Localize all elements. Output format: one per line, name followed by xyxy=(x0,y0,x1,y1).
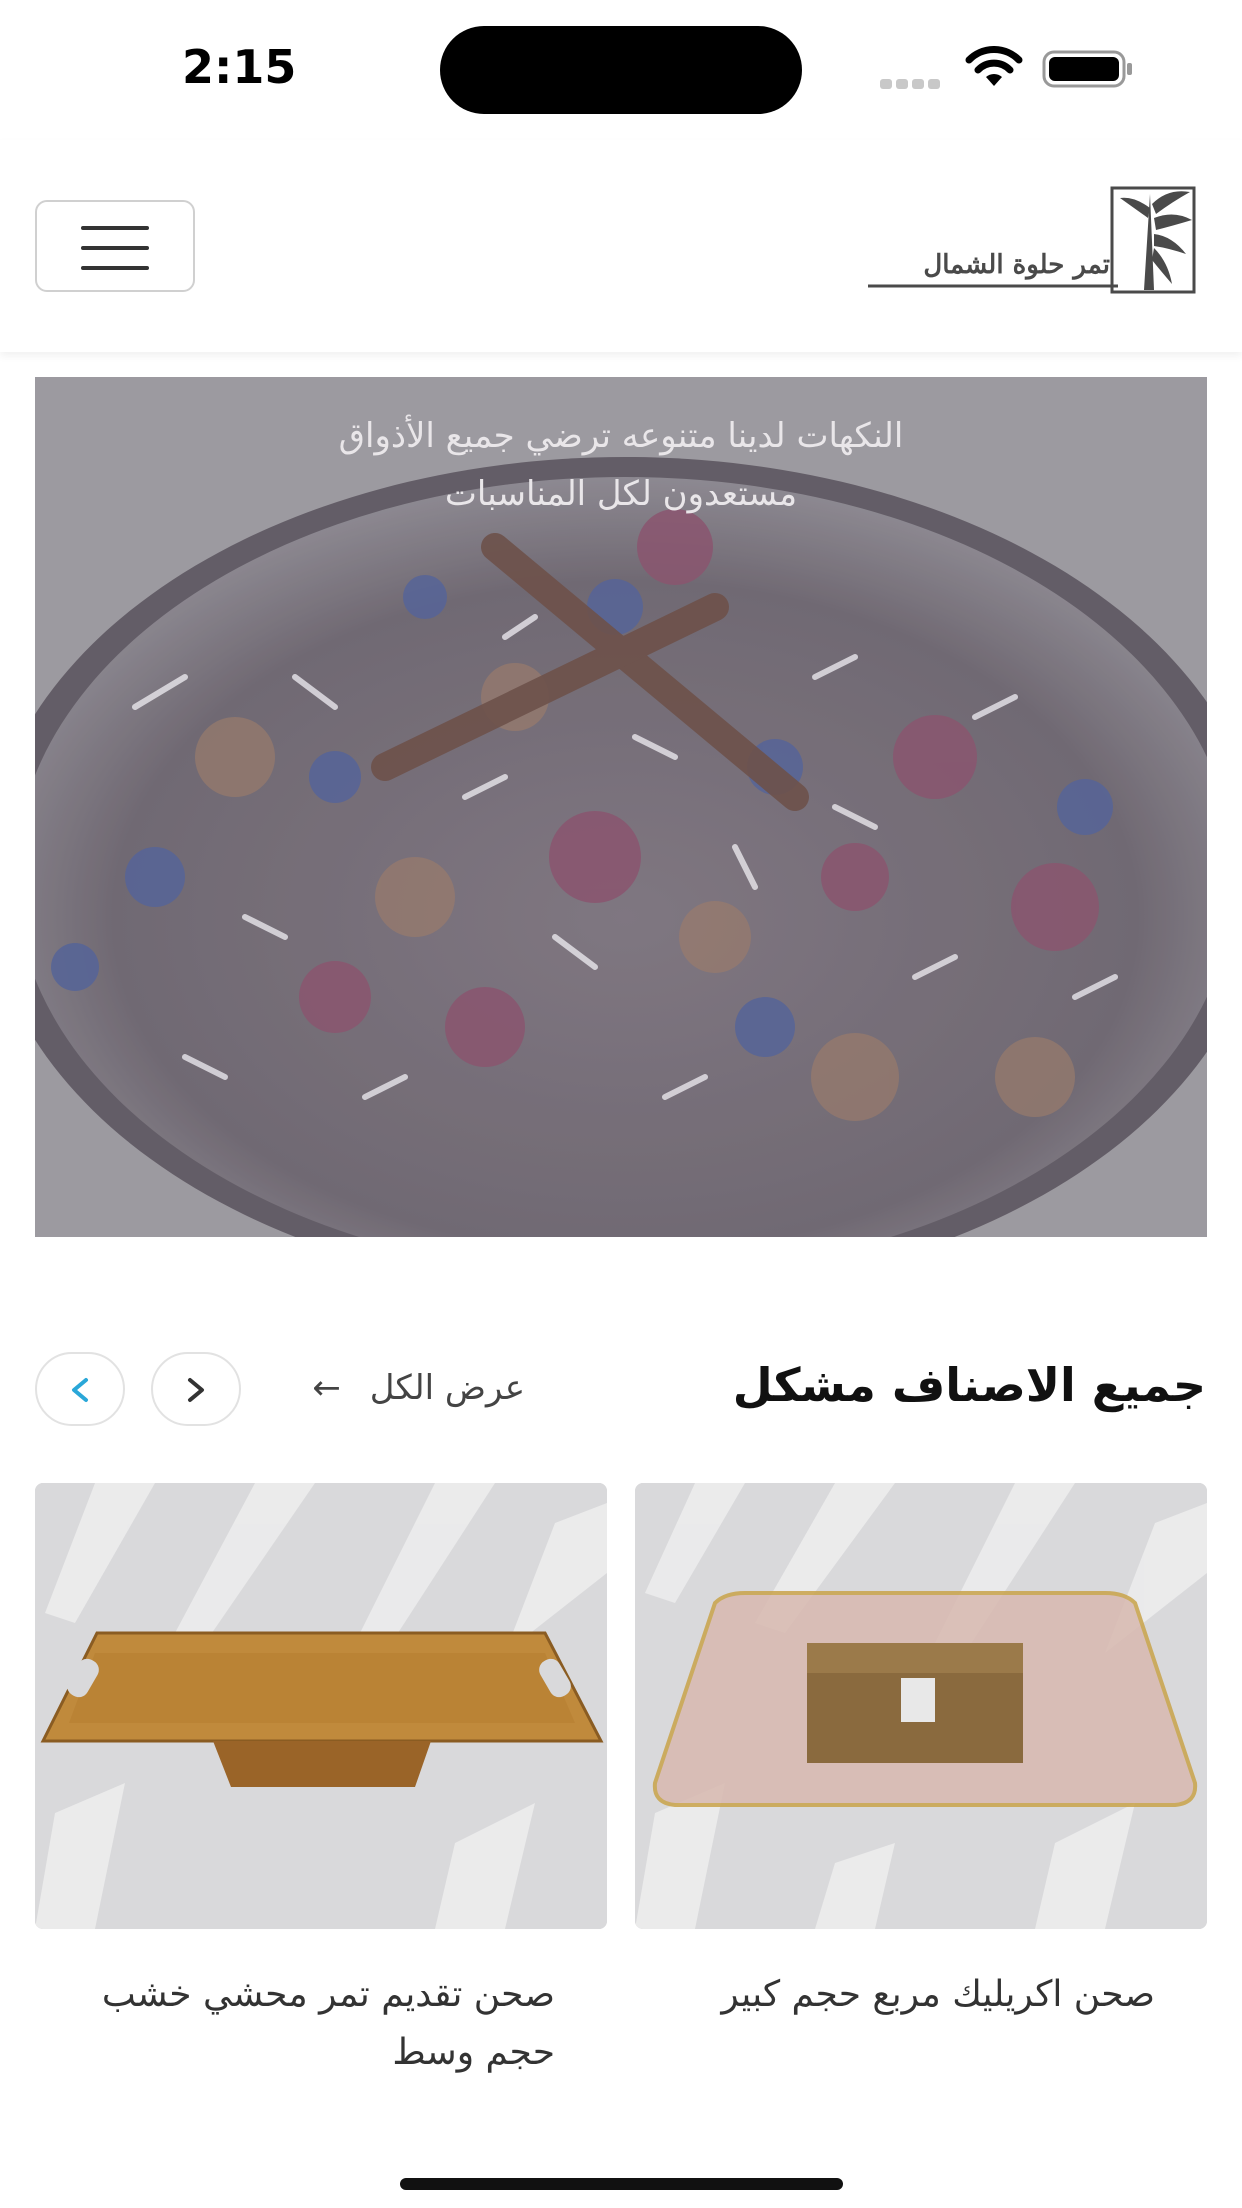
dynamic-island xyxy=(440,26,802,114)
wooden-tray-image xyxy=(35,1483,607,1929)
product-card-image[interactable] xyxy=(635,1483,1207,1929)
logo-text: تمر حلوة الشمال xyxy=(923,250,1110,280)
cellular-signal-icon xyxy=(880,74,944,93)
carousel-next-button[interactable] xyxy=(151,1352,241,1426)
section-title: جميع الاصناف مشكل xyxy=(732,1358,1206,1412)
product-card-title[interactable]: صحن اكريليك مربع حجم كبير xyxy=(635,1966,1155,2024)
arrow-left-icon: ← xyxy=(312,1368,341,1408)
product-card-image[interactable] xyxy=(35,1483,607,1929)
chevron-left-icon xyxy=(72,1378,88,1402)
hamburger-menu-button[interactable] xyxy=(35,200,195,292)
view-all-link[interactable]: عرض الكل ← xyxy=(285,1368,525,1408)
palm-tree-icon[interactable] xyxy=(868,184,1198,300)
battery-icon xyxy=(1042,50,1132,88)
home-indicator[interactable] xyxy=(400,2178,843,2190)
hero-caption: النكهات لدينا متنوعه ترضي جميع الأذواق م… xyxy=(35,407,1207,523)
product-card-title[interactable]: صحن تقديم تمر محشي خشب حجم وسط xyxy=(35,1966,555,2082)
view-all-label: عرض الكل xyxy=(369,1368,525,1408)
chevron-right-icon xyxy=(188,1378,204,1402)
wifi-icon xyxy=(965,46,1023,86)
app-header: تمر حلوة الشمال xyxy=(0,140,1242,352)
status-bar: 2:15 xyxy=(0,0,1242,140)
acrylic-tray-image xyxy=(635,1483,1207,1929)
hero-caption-line1: النكهات لدينا متنوعه ترضي جميع الأذواق xyxy=(338,416,904,456)
hero-banner[interactable]: النكهات لدينا متنوعه ترضي جميع الأذواق م… xyxy=(35,377,1207,1237)
carousel-prev-button[interactable] xyxy=(35,1352,125,1426)
status-time: 2:15 xyxy=(182,40,297,94)
hero-caption-line2: مستعدون لكل المناسبات xyxy=(444,474,798,514)
